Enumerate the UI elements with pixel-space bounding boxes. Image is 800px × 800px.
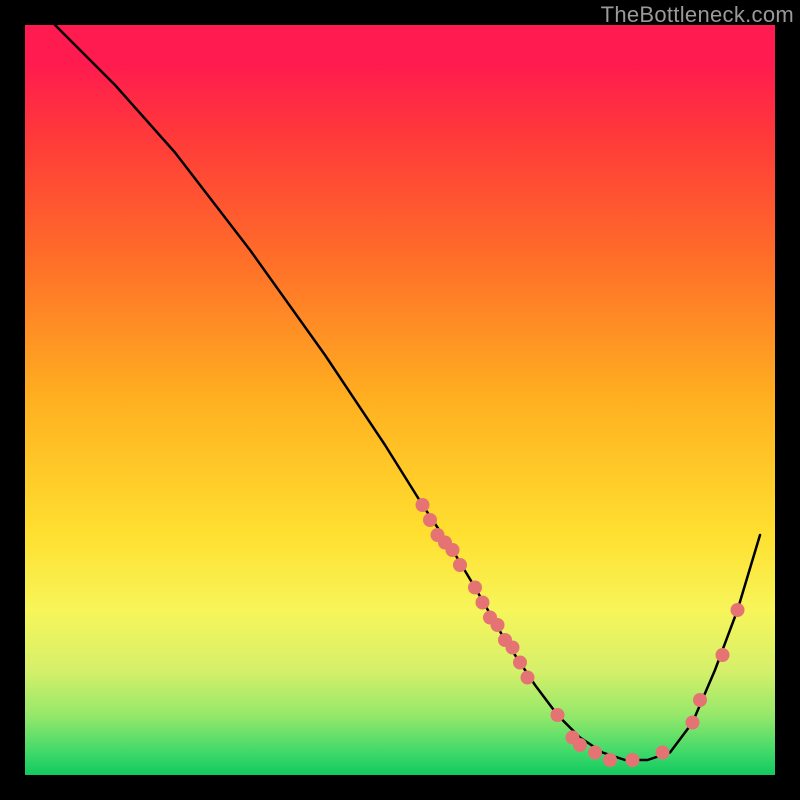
- data-marker: [731, 603, 745, 617]
- curve-path: [55, 25, 760, 760]
- data-marker: [573, 738, 587, 752]
- data-marker: [551, 708, 565, 722]
- data-marker: [423, 513, 437, 527]
- data-marker: [656, 746, 670, 760]
- watermark-text: TheBottleneck.com: [601, 2, 794, 28]
- data-marker: [693, 693, 707, 707]
- data-marker: [603, 753, 617, 767]
- data-marker: [521, 671, 535, 685]
- data-marker: [446, 543, 460, 557]
- data-marker: [513, 656, 527, 670]
- data-marker: [506, 641, 520, 655]
- data-marker: [468, 581, 482, 595]
- data-marker: [453, 558, 467, 572]
- data-marker: [491, 618, 505, 632]
- data-marker: [686, 716, 700, 730]
- data-marker: [588, 746, 602, 760]
- chart-svg: [25, 25, 775, 775]
- plot-area: [25, 25, 775, 775]
- data-marker: [716, 648, 730, 662]
- marker-group: [416, 498, 745, 767]
- data-marker: [476, 596, 490, 610]
- chart-stage: TheBottleneck.com: [0, 0, 800, 800]
- data-marker: [626, 753, 640, 767]
- data-marker: [416, 498, 430, 512]
